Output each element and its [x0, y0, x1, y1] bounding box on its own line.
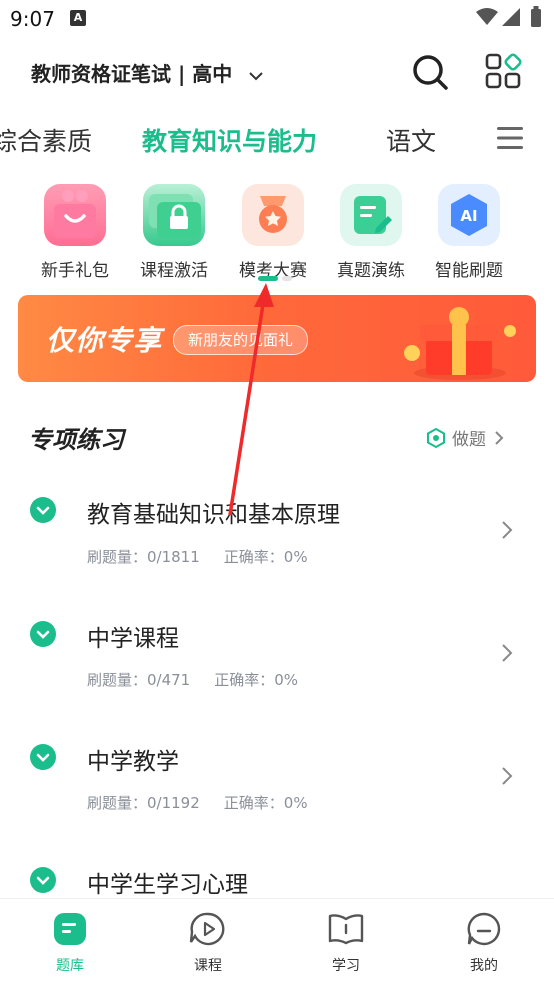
- do-questions-link[interactable]: 做题: [426, 425, 506, 450]
- status-bar: 9:07 A: [0, 0, 554, 36]
- banner-headline: 仅你专享: [46, 324, 163, 357]
- profile-chat-icon: [467, 912, 501, 946]
- gift-box-icon: [404, 307, 516, 380]
- course-play-icon: [189, 912, 225, 946]
- book-icon: [328, 914, 364, 945]
- practice-accuracy: 正确率：0%: [223, 794, 308, 812]
- quick-past-papers[interactable]: 真题演练: [326, 184, 416, 281]
- apps-grid-icon[interactable]: [484, 52, 524, 92]
- quick-label: 智能刷题: [435, 261, 503, 281]
- quick-label: 真题演练: [337, 261, 405, 281]
- edit-icon: [340, 184, 402, 246]
- hexagon-icon: [427, 427, 445, 448]
- tab-chinese[interactable]: 语文: [386, 122, 436, 158]
- nav-course[interactable]: 课程: [168, 911, 248, 975]
- nav-label: 题库: [56, 958, 84, 974]
- pager-dot-active: [258, 276, 278, 281]
- practice-meta: 刷题量：0/471 正确率：0%: [87, 669, 322, 690]
- status-time: 9:07: [10, 7, 55, 31]
- wifi-icon: [476, 8, 498, 25]
- bottom-nav: 题库 课程 学习 我的: [0, 898, 554, 985]
- do-questions-label: 做题: [452, 430, 486, 450]
- practice-count: 刷题量：0/1192: [87, 794, 200, 812]
- pager-dot: [282, 276, 292, 281]
- menu-icon[interactable]: [497, 126, 523, 150]
- gift-icon: [44, 184, 106, 246]
- practice-title: 中学教学: [87, 749, 179, 775]
- practice-accuracy: 正确率：0%: [214, 671, 299, 689]
- practice-title: 教育基础知识和基本原理: [87, 502, 340, 528]
- nav-label: 我的: [470, 958, 498, 974]
- quick-newbie-gift[interactable]: 新手礼包: [30, 184, 120, 281]
- battery-icon: [531, 6, 541, 27]
- medal-icon: [242, 184, 304, 246]
- chevron-right-icon: [502, 521, 513, 539]
- nav-question-bank[interactable]: 题库: [30, 911, 110, 975]
- search-icon[interactable]: [410, 52, 450, 92]
- practice-title: 中学课程: [87, 626, 179, 652]
- practice-meta: 刷题量：0/1811 正确率：0%: [87, 546, 332, 567]
- question-bank-icon: [54, 913, 86, 945]
- chevron-right-icon: [495, 430, 504, 445]
- practice-accuracy: 正确率：0%: [223, 548, 308, 566]
- quick-mock-exam[interactable]: 模考大赛: [228, 184, 318, 281]
- ai-icon: AI: [438, 184, 500, 246]
- nav-study[interactable]: 学习: [306, 911, 386, 975]
- quick-label: 课程激活: [140, 261, 208, 281]
- exam-selector[interactable]: 教师资格证笔试 | 高中: [31, 58, 263, 87]
- ai-icon-text: AI: [460, 207, 477, 225]
- quick-smart-practice[interactable]: AI 智能刷题: [424, 184, 514, 281]
- a-notification-icon: A: [70, 10, 86, 26]
- chevron-down-circle-icon: [30, 867, 56, 893]
- signal-icon: [502, 8, 520, 26]
- chevron-right-icon: [502, 644, 513, 662]
- chevron-down-icon: [249, 72, 263, 81]
- chevron-down-circle-icon: [30, 497, 56, 523]
- chevron-down-circle-icon: [30, 621, 56, 647]
- nav-mine[interactable]: 我的: [444, 911, 524, 975]
- practice-count: 刷题量：0/471: [87, 671, 191, 689]
- practice-meta: 刷题量：0/1192 正确率：0%: [87, 792, 332, 813]
- practice-item[interactable]: 中学课程 刷题量：0/471 正确率：0%: [0, 593, 554, 711]
- tab-comprehensive[interactable]: 综合素质: [0, 122, 92, 158]
- practice-title: 中学生学习心理: [87, 872, 248, 898]
- chevron-right-icon: [502, 767, 513, 785]
- section-title: 专项练习: [28, 426, 124, 454]
- practice-item[interactable]: 教育基础知识和基本原理 刷题量：0/1811 正确率：0%: [0, 470, 554, 588]
- lock-icon: [143, 184, 205, 246]
- exam-selector-label: 教师资格证笔试 | 高中: [31, 62, 233, 86]
- chevron-down-circle-icon: [30, 744, 56, 770]
- promo-banner[interactable]: 仅你专享 新朋友的见面礼: [18, 295, 536, 382]
- practice-item[interactable]: 中学教学 刷题量：0/1192 正确率：0%: [0, 716, 554, 834]
- practice-count: 刷题量：0/1811: [87, 548, 200, 566]
- nav-label: 学习: [332, 958, 360, 974]
- quick-course-activate[interactable]: 课程激活: [129, 184, 219, 281]
- tab-education-knowledge[interactable]: 教育知识与能力: [142, 122, 317, 158]
- banner-pill: 新朋友的见面礼: [173, 325, 309, 355]
- quick-label: 新手礼包: [41, 261, 109, 281]
- nav-label: 课程: [194, 958, 222, 974]
